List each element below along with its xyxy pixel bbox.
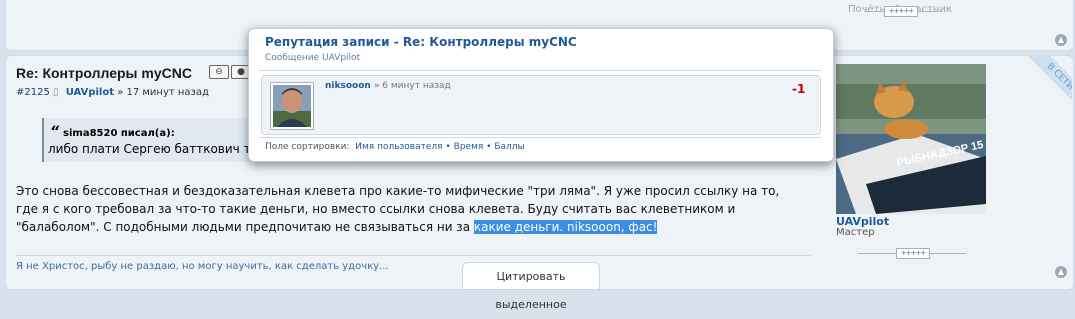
sidebar-user-rank: Мастер xyxy=(836,227,875,238)
signature-divider xyxy=(16,255,811,256)
popup-divider xyxy=(259,70,821,71)
user-sidebar: РЫБНАДЗОР 15 UAVpilot Мастер +++++ xyxy=(836,64,996,259)
signature[interactable]: Я не Христос, рыбу не раздаю, но могу на… xyxy=(16,261,389,272)
post-title[interactable]: Re: Контроллеры myCNC xyxy=(16,65,192,81)
reputation-entry: niksooon » 6 минут назад -1 xyxy=(261,75,821,135)
sort-by-points[interactable]: Баллы xyxy=(494,142,524,152)
sidebar-reputation-value: +++++ xyxy=(896,248,930,259)
popup-title: Репутация записи - Re: Контроллеры myCNC xyxy=(265,35,577,49)
quote-text: либо плати Сергею батткович три xyxy=(48,142,266,156)
sort-label: Поле сортировки: xyxy=(265,142,350,152)
sort-separator: • xyxy=(486,142,492,152)
post-doc-icon: ▯ xyxy=(53,87,59,98)
post-body-text: Это снова бессовестная и бездоказательна… xyxy=(16,184,780,234)
popup-subtitle: Сообщение UAVpilot xyxy=(265,53,361,63)
online-ribbon-label: В СЕТИ xyxy=(1026,55,1072,105)
post-body: Это снова бессовестная и бездоказательна… xyxy=(16,182,796,236)
link-icon[interactable]: ⊖ xyxy=(209,65,229,79)
post-author[interactable]: UAVpilot xyxy=(66,87,114,98)
selected-text: какие деньги. niksooon, фас! xyxy=(473,220,658,234)
back-to-top-icon[interactable]: ▲ xyxy=(1055,34,1067,46)
reputation-entry-user: niksooon » 6 минут назад xyxy=(325,81,451,91)
avatar-image xyxy=(836,64,986,214)
previous-reputation-bar: +++++ xyxy=(864,6,942,17)
quote-block: “sima8520 писал(а): либо плати Сергею ба… xyxy=(42,118,266,162)
quote-author-label: sima8520 писал(а): xyxy=(63,128,175,139)
reputation-popup: Репутация записи - Re: Контроллеры myCNC… xyxy=(248,28,834,162)
sort-by-time[interactable]: Время xyxy=(454,142,484,152)
previous-post-sidebar: Почётный участник +++++ xyxy=(842,0,1042,26)
quote-selected-button[interactable]: Цитировать выделенное xyxy=(462,262,600,311)
sort-separator: • xyxy=(445,142,451,152)
post-number[interactable]: #2125 xyxy=(16,87,50,98)
sort-divider xyxy=(259,137,821,138)
quote-mark-icon: “ xyxy=(50,124,60,140)
reputation-user-avatar[interactable] xyxy=(270,82,314,130)
post-title-icons: ⊖ ● xyxy=(209,64,253,79)
reputation-time: » 6 минут назад xyxy=(373,81,451,91)
previous-reputation-value: +++++ xyxy=(884,6,918,17)
online-ribbon: В СЕТИ xyxy=(1022,55,1072,105)
post-meta: #2125 ▯ UAVpilot » 17 минут назад xyxy=(16,87,209,98)
reputation-avatar-image xyxy=(273,85,311,127)
sort-bar: Поле сортировки: Имя пользователя • Врем… xyxy=(265,142,525,152)
post-time: » 17 минут назад xyxy=(117,87,209,98)
sidebar-reputation-bar: +++++ xyxy=(858,248,966,259)
reputation-score: -1 xyxy=(792,82,806,96)
user-avatar[interactable]: РЫБНАДЗОР 15 xyxy=(836,64,986,214)
reputation-username[interactable]: niksooon xyxy=(325,81,371,91)
quote-author: “sima8520 писал(а): xyxy=(50,124,175,140)
sort-by-username[interactable]: Имя пользователя xyxy=(355,142,442,152)
back-to-top-icon-2[interactable]: ▲ xyxy=(1055,266,1067,278)
